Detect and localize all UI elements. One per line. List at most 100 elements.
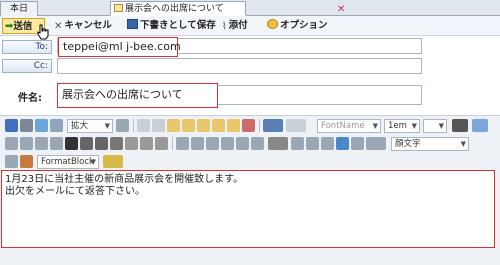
font-size-value: 1em	[388, 121, 407, 131]
cc-label: Cc:	[33, 61, 48, 71]
paperclip-icon: ⌇	[222, 21, 227, 32]
tab-compose[interactable]: 展示会への出席について ✕	[110, 1, 345, 16]
subject-highlight[interactable]: 展示会への出席について	[57, 83, 218, 108]
clipboard-icon[interactable]	[227, 119, 240, 132]
preview-icon[interactable]	[35, 119, 48, 132]
to-address-highlight[interactable]: teppei@ml j-bee.com	[58, 37, 181, 57]
underline-icon[interactable]	[95, 137, 108, 150]
paste-special-icon[interactable]	[212, 119, 225, 132]
image-icon[interactable]	[351, 137, 364, 150]
find-icon[interactable]	[50, 119, 63, 132]
help-icon[interactable]	[5, 119, 18, 132]
cancel-label: キャンセル	[64, 20, 112, 31]
copy-icon[interactable]	[152, 119, 165, 132]
emoticon-select-value: 顔文字	[395, 139, 421, 149]
outdent-icon[interactable]	[221, 137, 234, 150]
italic-icon[interactable]	[80, 137, 93, 150]
to-address: teppei@ml j-bee.com	[63, 40, 181, 53]
align-left-icon[interactable]	[5, 137, 18, 150]
chevron-down-icon: ▼	[372, 122, 378, 130]
body-line: 1月23日に当社主催の新商品展示会を開催致します。	[5, 174, 244, 185]
bullet-list-icon[interactable]	[206, 137, 219, 150]
tab-bar: 本日 展示会への出席について ✕	[0, 0, 500, 16]
body-line: 出欠をメールにて返答下さい。	[5, 186, 145, 197]
redo-icon[interactable]	[286, 119, 306, 132]
style-icon[interactable]	[20, 155, 33, 168]
font-color-icon[interactable]	[452, 119, 468, 132]
editor-toolbar-row-3: FormatBlock ▼	[3, 154, 497, 170]
format-select[interactable]: ▼	[423, 119, 447, 133]
align-center-icon[interactable]	[20, 137, 33, 150]
to-button[interactable]: To:	[2, 40, 52, 54]
table-icon[interactable]	[291, 137, 304, 150]
paragraph-icon[interactable]	[176, 137, 189, 150]
cc-button[interactable]: Cc:	[2, 59, 52, 73]
message-body-editor[interactable]: 1月23日に当社主催の新商品展示会を開催致します。 出欠をメールにて返答下さい。	[1, 170, 495, 248]
tab-today-label: 本日	[9, 4, 28, 14]
options-button[interactable]: オプション	[267, 18, 328, 34]
blockquote-icon[interactable]	[251, 137, 264, 150]
bold-icon[interactable]	[65, 137, 78, 150]
link-icon[interactable]	[336, 137, 349, 150]
save-draft-button[interactable]: 下書きとして保存	[127, 18, 216, 34]
attach-label: 添付	[228, 20, 248, 31]
chevron-down-icon: ▼	[411, 122, 417, 130]
tab-compose-label: 展示会への出席について	[125, 4, 224, 14]
clear-format-icon[interactable]	[155, 137, 168, 150]
paste-icon[interactable]	[167, 119, 180, 132]
subscript-icon[interactable]	[125, 137, 138, 150]
template-icon[interactable]	[103, 155, 123, 168]
save-disk-icon	[127, 19, 138, 29]
strikethrough-icon[interactable]	[110, 137, 123, 150]
separator	[259, 119, 260, 132]
send-label: 送信	[13, 21, 33, 32]
align-right-icon[interactable]	[35, 137, 48, 150]
to-label: To:	[35, 42, 48, 52]
zoom-select[interactable]: 拡大 ▼	[67, 119, 113, 133]
delete-icon[interactable]	[242, 119, 255, 132]
options-gear-icon	[267, 19, 278, 29]
spellcheck-icon[interactable]	[116, 119, 129, 132]
datetime-icon[interactable]	[321, 137, 334, 150]
options-label: オプション	[280, 20, 328, 31]
superscript-icon[interactable]	[140, 137, 153, 150]
save-draft-label: 下書きとして保存	[140, 20, 216, 31]
horizontal-rule-icon[interactable]	[306, 137, 319, 150]
font-name-select[interactable]: FontName ▼	[317, 119, 381, 133]
paste-word-icon[interactable]	[197, 119, 210, 132]
special-char-icon[interactable]	[268, 137, 288, 150]
chevron-down-icon: ▼	[90, 158, 96, 166]
tab-today[interactable]: 本日	[0, 1, 38, 16]
separator	[172, 137, 173, 150]
cancel-button[interactable]: ✕ キャンセル	[54, 18, 112, 34]
close-icon[interactable]: ✕	[337, 3, 345, 17]
cc-field[interactable]	[57, 58, 422, 74]
print-icon[interactable]	[20, 119, 33, 132]
font-name-value: FontName	[321, 121, 365, 131]
align-justify-icon[interactable]	[50, 137, 63, 150]
highlight-color-icon[interactable]	[472, 119, 488, 132]
emoticon-select[interactable]: 顔文字 ▼	[391, 137, 469, 151]
format-block-select[interactable]: FormatBlock ▼	[37, 155, 99, 169]
cut-icon[interactable]	[137, 119, 150, 132]
subject-text: 展示会への出席について	[62, 88, 183, 101]
paste-text-icon[interactable]	[182, 119, 195, 132]
chevron-down-icon: ▼	[438, 122, 444, 130]
subject-label: 件名:	[18, 93, 42, 104]
indent-icon[interactable]	[236, 137, 249, 150]
compose-toolbar: ➡送信 ✕ キャンセル 下書きとして保存 ⌇ 添付 オプション	[0, 16, 500, 36]
editor-toolbar-row-2: 顔文字 ▼	[3, 136, 497, 152]
separator	[133, 119, 134, 132]
close-icon: ✕	[54, 21, 63, 32]
font-size-select[interactable]: 1em ▼	[384, 119, 420, 133]
table-insert-icon[interactable]	[366, 137, 386, 150]
undo-icon[interactable]	[263, 119, 283, 132]
chevron-down-icon: ▼	[104, 122, 110, 130]
mail-icon	[114, 4, 123, 12]
source-icon[interactable]	[5, 155, 18, 168]
attach-button[interactable]: ⌇ 添付	[222, 18, 248, 34]
format-block-value: FormatBlock	[41, 157, 94, 167]
hand-cursor-icon	[37, 24, 49, 40]
editor-toolbar-row-1: 拡大 ▼ FontName ▼ 1em ▼ ▼	[3, 118, 497, 134]
numbered-list-icon[interactable]	[191, 137, 204, 150]
